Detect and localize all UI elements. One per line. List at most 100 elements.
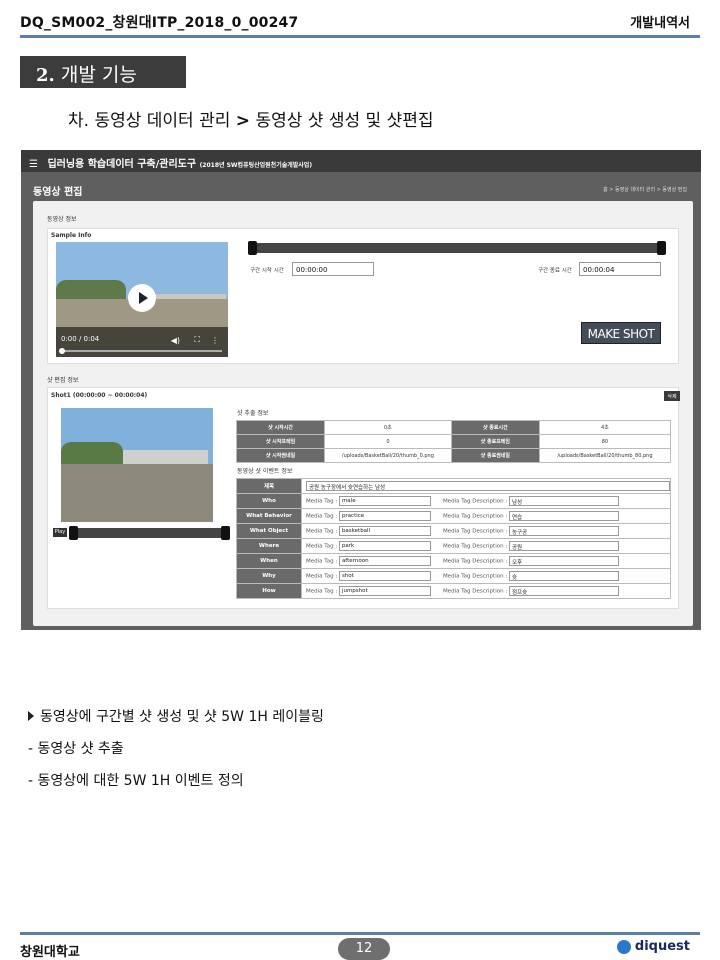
volume-icon[interactable]: ◀)	[171, 336, 180, 345]
logo-text: diquest	[634, 939, 690, 954]
breadcrumb: 홈 > 동영상 데이터 관리 > 동영상 편집	[603, 187, 687, 193]
media-desc-label: Media Tag Description :	[442, 513, 508, 520]
table-header-cell: 제목	[236, 478, 302, 494]
table-row: How Media Tag : jumpshot Media Tag Descri…	[236, 583, 671, 599]
shot-start-handle[interactable]	[69, 526, 78, 540]
company-logo: diquest	[616, 939, 690, 954]
media-tag-input[interactable]: practice	[338, 511, 431, 521]
subsection-part2: 동영상 샷 생성 및 샷편집	[255, 111, 434, 131]
media-desc-input[interactable]: 오후	[508, 556, 619, 566]
media-desc-label: Media Tag Description :	[442, 558, 508, 565]
page-header: DQ_SM002_창원대ITP_2018_0_00247 개발내역서	[20, 10, 700, 38]
start-time-label: 구간 시작 시간	[250, 268, 284, 274]
hamburger-icon[interactable]: ☰	[29, 159, 38, 170]
table-header-cell: 샷 종료썸네일	[450, 448, 540, 463]
table-cell: 0초	[324, 420, 452, 435]
event-table: 제목 공원 농구장에서 슛연습하는 남성 Who Media Tag : mal…	[236, 478, 671, 599]
table-cell: /uploads/BasketBall/20/thumb_80.png	[538, 448, 672, 463]
delete-button[interactable]: 삭제	[664, 391, 680, 401]
video-player[interactable]: 0:00 / 0:04 ◀) ⛶ ⋮	[56, 242, 228, 357]
subsection-arrow: >	[235, 111, 251, 131]
range-start-handle[interactable]	[248, 241, 257, 255]
range-slider[interactable]	[252, 243, 662, 253]
table-row: 샷 시작썸네일 /uploads/BasketBall/20/thumb_0.p…	[236, 448, 672, 463]
player-time: 0:00 / 0:04	[61, 335, 100, 343]
range-end-handle[interactable]	[657, 241, 666, 255]
media-tag-input[interactable]: shot	[338, 571, 431, 581]
bullet-sub: - 동영상 샷 추출	[28, 738, 124, 758]
media-desc-input[interactable]: 점프슛	[508, 586, 619, 596]
subsection-part1: 동영상 데이터 관리	[94, 111, 231, 131]
page-title: 동영상 편집	[33, 187, 83, 198]
table-cell: 0	[324, 434, 452, 449]
media-desc-input[interactable]: 슛	[508, 571, 619, 581]
thumb-trees	[61, 442, 123, 464]
table-row: 샷 시작프레임 0 샷 종료프레임 80	[236, 434, 672, 449]
bullet-text: - 동영상 샷 추출	[28, 741, 124, 757]
media-desc-input[interactable]: 연습	[508, 511, 619, 521]
media-desc-input[interactable]: 농구공	[508, 526, 619, 536]
media-desc-input[interactable]: 남성	[508, 496, 619, 506]
table-header-cell: 샷 시작프레임	[236, 434, 325, 449]
subsection-heading: 차. 동영상 데이터 관리 > 동영상 샷 생성 및 샷편집	[68, 106, 433, 131]
table-cell: /uploads/BasketBall/20/thumb_0.png	[324, 448, 452, 463]
bullet-text: - 동영상에 대한 5W 1H 이벤트 정의	[28, 773, 244, 789]
table-row: What Object Media Tag : basketball Media …	[236, 523, 671, 539]
media-tag-input[interactable]: basketball	[338, 526, 431, 536]
table-cell: 4초	[538, 420, 672, 435]
app-title: 딥러닝용 학습데이터 구축/관리도구	[47, 159, 197, 170]
fullscreen-icon[interactable]: ⛶	[194, 335, 200, 345]
table-header-cell: What Behavior	[236, 508, 302, 524]
event-title-input[interactable]: 공원 농구장에서 슛연습하는 남성	[306, 481, 670, 491]
app-subtitle: (2018년 SW컴퓨팅산업원천기술개발사업)	[199, 162, 313, 169]
triangle-bullet-icon	[28, 711, 34, 721]
media-tag-input[interactable]: afternoon	[338, 556, 431, 566]
section-number: 2.	[36, 65, 55, 86]
media-desc-label: Media Tag Description :	[442, 543, 508, 550]
media-desc-input[interactable]: 공원	[508, 541, 619, 551]
page-footer: 창원대학교 12 diquest	[20, 932, 700, 960]
shot-end-handle[interactable]	[221, 526, 230, 540]
table-cell: 80	[538, 434, 672, 449]
table-header-cell: What Object	[236, 523, 302, 539]
table-header-cell: 샷 종료프레임	[450, 434, 540, 449]
media-tag-label: Media Tag :	[306, 498, 338, 505]
table-header-cell: 샷 시작시간	[236, 420, 325, 435]
start-time-input[interactable]: 00:00:00	[292, 262, 374, 276]
play-button[interactable]: Play	[53, 528, 67, 537]
table-row: 샷 시작시간 0초 샷 종료시간 4초	[236, 420, 672, 435]
media-tag-label: Media Tag :	[306, 513, 338, 520]
thumb-building	[123, 450, 208, 465]
play-icon[interactable]	[128, 284, 156, 312]
player-scrubber[interactable]	[59, 348, 65, 354]
event-info-label: 동영상 샷 이벤트 정보	[237, 468, 293, 475]
shot-edit-label: 샷 편집 정보	[47, 377, 79, 384]
sample-info-label: Sample Info	[51, 232, 92, 239]
bullet-main: 동영상에 구간별 샷 생성 및 샷 5W 1H 레이블링	[28, 706, 324, 726]
video-info-label: 동영상 정보	[47, 216, 77, 223]
end-time-input[interactable]: 00:00:04	[579, 262, 661, 276]
player-progress[interactable]	[62, 350, 222, 352]
table-header-cell: Who	[236, 493, 302, 509]
make-shot-button[interactable]: MAKE SHOT	[581, 322, 661, 344]
app-topbar: ☰ 딥러닝용 학습데이터 구축/관리도구 (2018년 SW컴퓨팅산업원천기술개…	[21, 150, 701, 172]
media-tag-input[interactable]: jumpshot	[338, 586, 431, 596]
section-heading: 2. 개발 기능	[20, 56, 186, 88]
table-header-cell: When	[236, 553, 302, 569]
university-name: 창원대학교	[20, 945, 80, 960]
media-tag-label: Media Tag :	[306, 528, 338, 535]
shot-range-slider[interactable]	[71, 528, 225, 538]
table-header-cell: Where	[236, 538, 302, 554]
media-tag-input[interactable]: male	[338, 496, 431, 506]
app-screenshot: ☰ 딥러닝용 학습데이터 구축/관리도구 (2018년 SW컴퓨팅산업원천기술개…	[21, 150, 701, 630]
table-header-cell: 샷 시작썸네일	[236, 448, 325, 463]
media-tag-input[interactable]: park	[338, 541, 431, 551]
subsection-prefix: 차.	[68, 111, 90, 131]
end-time-label: 구간 종료 시간	[538, 268, 572, 274]
table-row: Why Media Tag : shot Media Tag Descriptio…	[236, 568, 671, 584]
more-icon[interactable]: ⋮	[211, 336, 219, 345]
media-tag-label: Media Tag :	[306, 558, 338, 565]
media-desc-label: Media Tag Description :	[442, 528, 508, 535]
thumb-court	[61, 464, 213, 522]
bullet-sub: - 동영상에 대한 5W 1H 이벤트 정의	[28, 770, 244, 790]
